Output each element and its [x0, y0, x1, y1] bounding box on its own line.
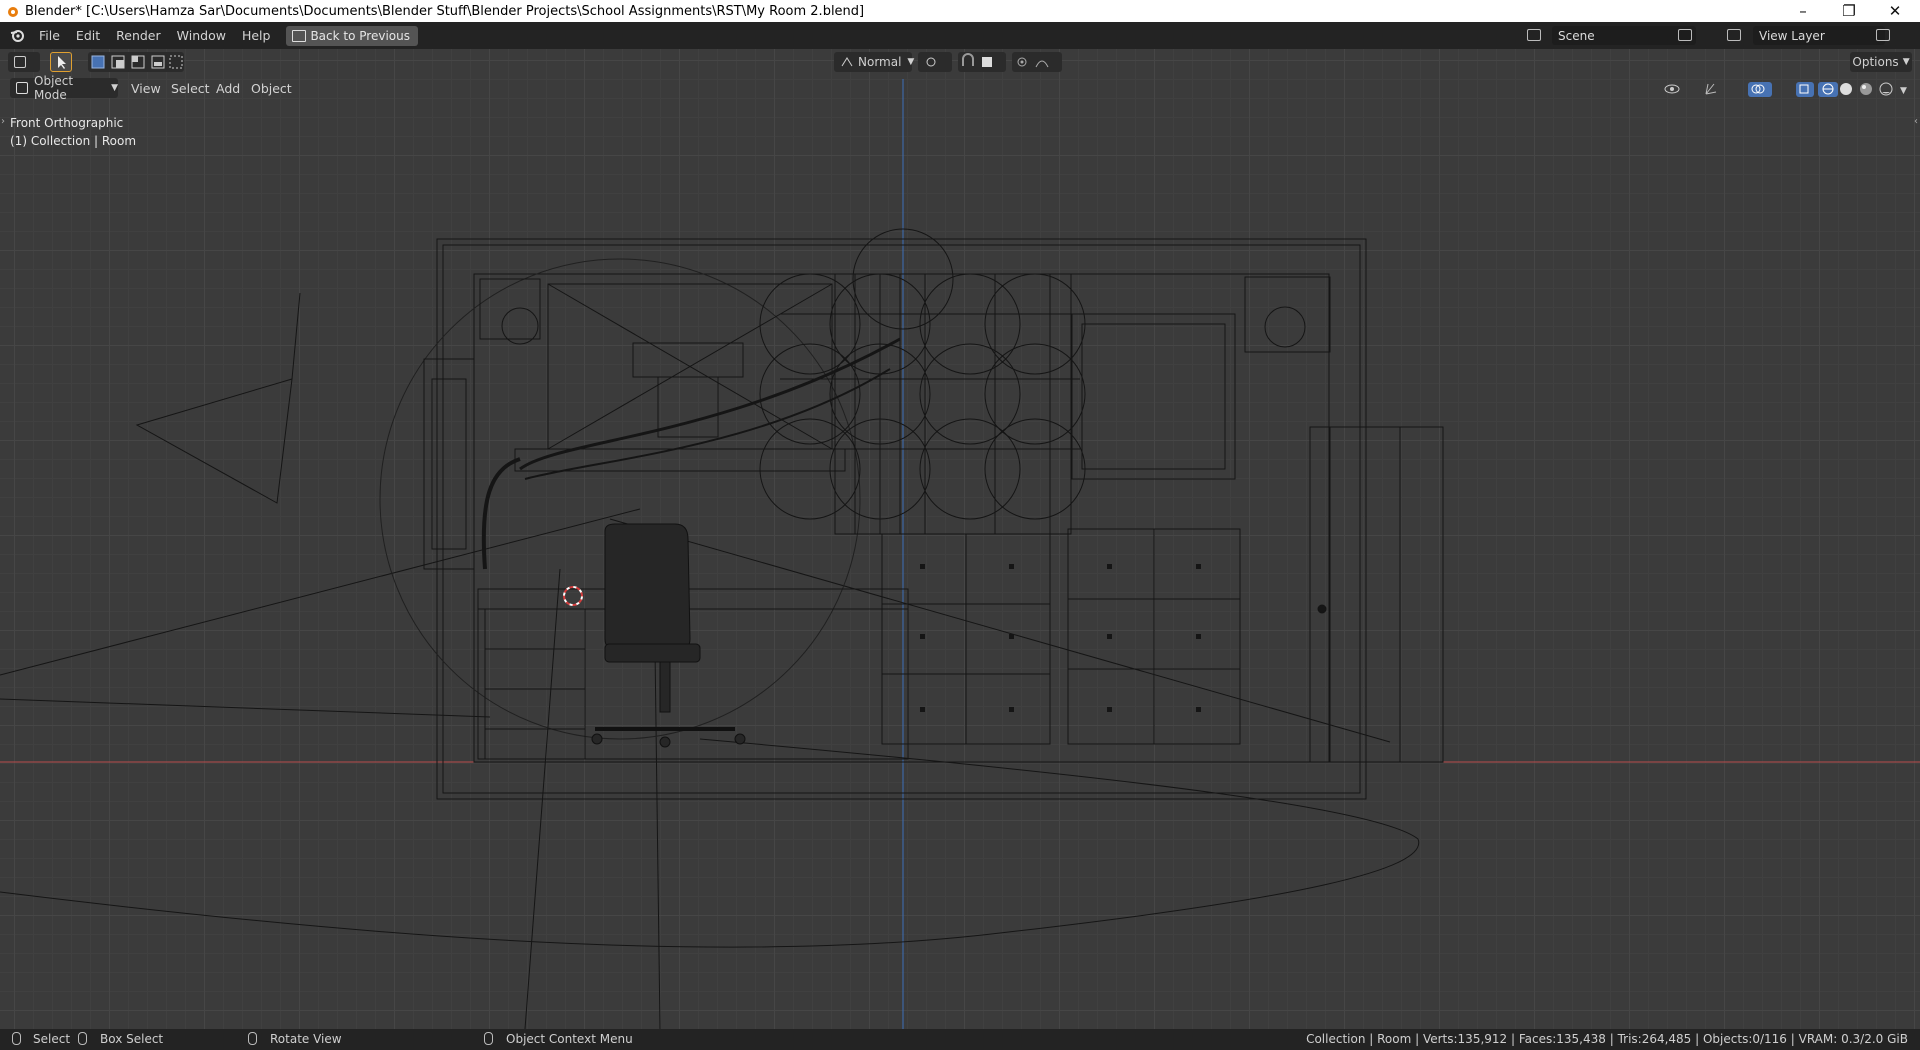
- chevron-down-icon: ▼: [1902, 57, 1910, 67]
- window-title: Blender* [C:\Users\Hamza Sar\Documents\D…: [25, 3, 865, 19]
- toolbar-expand-icon[interactable]: ›: [1, 116, 5, 127]
- camera-line: [291, 292, 301, 380]
- room-wall: [473, 273, 1330, 763]
- scene-statistics: Collection | Room | Verts:135,912 | Face…: [1306, 1032, 1908, 1046]
- editor-type-button[interactable]: [8, 52, 40, 72]
- solid-shading-icon: [1840, 83, 1852, 95]
- monitor: [632, 342, 744, 378]
- back-to-previous-label: Back to Previous: [310, 28, 410, 43]
- menu-edit[interactable]: Edit: [68, 28, 108, 43]
- speaker-left: [479, 278, 541, 340]
- view-name: Front Orthographic: [10, 116, 124, 130]
- select-tool-button[interactable]: [50, 52, 72, 72]
- editor-type-icon: [14, 56, 26, 68]
- back-to-previous-button[interactable]: Back to Previous: [286, 25, 418, 46]
- proportional-edit-icon: [1017, 57, 1049, 68]
- room-outer-frame: [436, 238, 1367, 800]
- material-shading-icon: [1860, 83, 1872, 95]
- 3d-cursor: [563, 586, 583, 606]
- collection-info: (1) Collection | Room: [10, 134, 137, 148]
- blender-logo-icon: [8, 7, 18, 17]
- viewport-menu-add[interactable]: Add: [216, 81, 240, 96]
- chevron-down-icon: ▼: [111, 83, 118, 93]
- status-rotate-view: Rotate View: [270, 1032, 342, 1046]
- 3d-viewport[interactable]: Normal ▼ Options ▼ Object Mode ▼ View Se…: [0, 49, 1920, 1029]
- viewport-menu-view[interactable]: View: [131, 81, 161, 96]
- mouse-left-drag-icon: [78, 1032, 87, 1045]
- snap-buttons[interactable]: [958, 52, 1006, 72]
- rendered-shading-icon: [1879, 82, 1893, 96]
- wireframe-shading-icon: [1818, 82, 1838, 97]
- box-select-mode-icons: [91, 55, 183, 69]
- viewport-menu-object[interactable]: Object: [251, 81, 292, 96]
- window-titlebar: Blender* [C:\Users\Hamza Sar\Documents\D…: [0, 0, 1920, 22]
- desk: [477, 588, 909, 760]
- pivot-point-dropdown[interactable]: [918, 52, 952, 72]
- object-mode-icon: [16, 82, 28, 94]
- view-layer-name: View Layer: [1759, 28, 1825, 43]
- snap-icon: [962, 53, 992, 67]
- viewport-menu-select[interactable]: Select: [171, 81, 210, 96]
- area-light-curve: [0, 738, 1420, 948]
- mouse-right-icon: [484, 1032, 493, 1045]
- orientation-label: Normal: [858, 55, 902, 69]
- viewport-tool-header: Normal ▼ Options ▼: [0, 49, 1920, 75]
- scene-selector-icon[interactable]: [1527, 29, 1541, 41]
- status-bar: Select Box Select Rotate View Object Con…: [0, 1029, 1920, 1050]
- new-scene-icon[interactable]: [1678, 29, 1692, 41]
- object-mode-label: Object Mode: [34, 74, 74, 102]
- light-line: [654, 648, 661, 1029]
- pivot-icon: [926, 57, 936, 67]
- xray-icon: [1796, 82, 1814, 97]
- object-mode-dropdown[interactable]: Object Mode ▼: [10, 74, 118, 102]
- sidebar-expand-icon[interactable]: ‹: [1914, 116, 1918, 127]
- light-line: [0, 698, 491, 718]
- light-line: [0, 508, 641, 676]
- scene-name: Scene: [1558, 28, 1595, 43]
- select-cursor-icon: [58, 56, 66, 69]
- select-mode-buttons[interactable]: [88, 52, 184, 72]
- proportional-edit-buttons[interactable]: [1012, 52, 1062, 72]
- pc-case: [484, 608, 586, 760]
- viewport-shading-controls[interactable]: ▼: [1662, 79, 1910, 99]
- status-select: Select: [33, 1032, 71, 1046]
- blender-menu-icon[interactable]: [10, 28, 25, 43]
- new-view-layer-icon[interactable]: [1876, 29, 1890, 41]
- mouse-middle-icon: [248, 1032, 257, 1045]
- office-chair: [591, 523, 746, 748]
- view-layer-selector-icon[interactable]: [1727, 29, 1741, 41]
- menu-help[interactable]: Help: [234, 28, 279, 43]
- visibility-icon: [1664, 84, 1680, 94]
- transform-orientation-dropdown[interactable]: Normal ▼: [834, 52, 915, 72]
- status-context-menu: Object Context Menu: [506, 1032, 633, 1046]
- status-box-select: Box Select: [100, 1032, 164, 1046]
- camera-shape: [135, 378, 293, 504]
- viewport-header: Object Mode ▼ View Select Add Object ▼: [0, 74, 1920, 102]
- options-label: Options: [1852, 55, 1899, 69]
- gizmo-icon: [1705, 83, 1717, 95]
- view-layer-field[interactable]: View Layer: [1753, 26, 1885, 45]
- maximize-button[interactable]: ❐: [1826, 0, 1872, 22]
- close-button[interactable]: ✕: [1872, 0, 1918, 22]
- chevron-down-icon: ▼: [907, 57, 915, 67]
- shelf-unit: [834, 273, 1072, 535]
- room-inner-frame: [442, 244, 1361, 794]
- fullscreen-icon: [292, 29, 307, 42]
- light-line: [609, 518, 1391, 743]
- lamp-radius-circle: [379, 258, 861, 740]
- chevron-down-icon: ▼: [1900, 86, 1907, 96]
- menu-render[interactable]: Render: [108, 28, 169, 43]
- menu-file[interactable]: File: [31, 28, 68, 43]
- mouse-left-icon: [12, 1032, 21, 1045]
- menu-window[interactable]: Window: [169, 28, 234, 43]
- picture-frame: [1071, 313, 1236, 480]
- minimize-button[interactable]: –: [1780, 0, 1826, 22]
- speaker-right: [1244, 276, 1331, 353]
- options-dropdown[interactable]: Options ▼: [1850, 52, 1912, 72]
- scene-wireframe: [0, 79, 1920, 1029]
- cabinet-handles: [920, 564, 1201, 712]
- scene-name-field[interactable]: Scene: [1552, 26, 1696, 45]
- overlay-icon: [1748, 82, 1772, 97]
- transform-pivot-icon: [841, 57, 853, 67]
